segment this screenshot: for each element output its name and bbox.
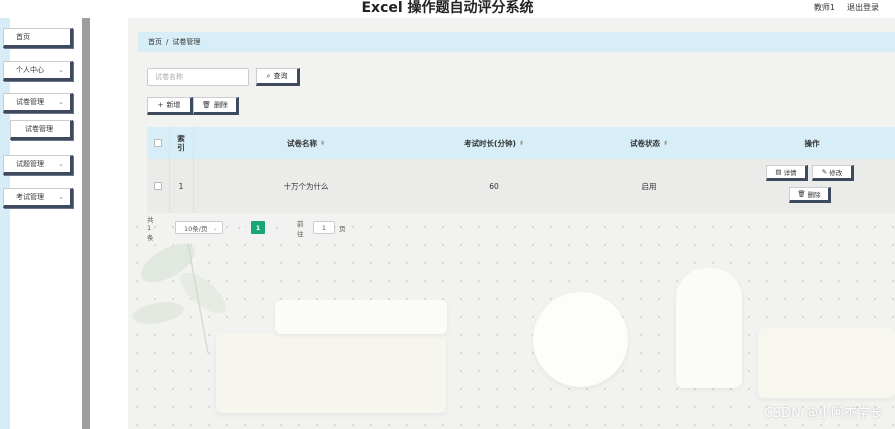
search-button[interactable]: ⌕ 查询 (256, 68, 300, 86)
breadcrumb-separator: / (166, 38, 169, 46)
column-header-label: 考试时长(分钟) (464, 138, 516, 148)
table-row: 1 十万个为什么 60 启用 ▤ 详情 ✎ 修改 🗑 删除 (147, 159, 895, 213)
watermark: CSDN @小阿杰学长 (763, 406, 883, 421)
sidebar-item-label: 试卷管理 (25, 125, 53, 133)
sidebar-item-label: 考试管理 (16, 193, 44, 201)
edit-button[interactable]: ✎ 修改 (812, 165, 854, 181)
column-header-label: 试卷状态 (629, 138, 660, 148)
box-decoration-right (758, 328, 895, 398)
detail-button-label: 详情 (783, 169, 797, 177)
sidebar-item-home[interactable]: 首页 (3, 28, 73, 48)
sidebar-item-profile[interactable]: 个人中心 ⌄ (3, 61, 73, 81)
column-header-name[interactable]: 试卷名称 ⬍ (193, 127, 419, 159)
row-duration: 60 (489, 181, 499, 191)
sort-icon[interactable]: ⬍ (663, 140, 668, 147)
sort-icon[interactable]: ⬍ (519, 140, 524, 147)
column-header-duration[interactable]: 考试时长(分钟) ⬍ (419, 127, 569, 159)
sidebar-item-label: 首页 (16, 33, 30, 41)
sidebar-gap (90, 18, 128, 429)
main-content: 首页 / 试卷管理 试卷名称 ⌕ 查询 + 新增 🗑 删除 索 引 试卷名称⬍ (128, 18, 895, 429)
box-decoration-left (216, 333, 446, 413)
current-page-button[interactable]: 1 (251, 221, 265, 234)
page-size-value: 10条/页 (184, 224, 208, 233)
chevron-down-icon: ⌄ (212, 223, 218, 232)
top-bar: Excel 操作题自动评分系统 教师1 退出登录 (0, 0, 895, 18)
table-header: 索 引 试卷名称 ⬍ 考试时长(分钟) ⬍ 试卷状态 ⬍ 操作 (147, 127, 895, 159)
document-icon: ▤ (775, 168, 782, 176)
chevron-down-icon: ⌄ (58, 160, 64, 168)
chevron-down-icon: ⌄ (58, 98, 64, 106)
column-header-index[interactable]: 索 引 (169, 127, 193, 159)
sort-icon[interactable]: ⬍ (320, 140, 325, 147)
page-size-select[interactable]: 10条/页 ⌄ (175, 221, 223, 234)
row-status: 启用 (641, 181, 657, 191)
logout-link[interactable]: 退出登录 (847, 2, 879, 13)
row-select-cell (147, 159, 169, 213)
add-button-label: 新增 (166, 101, 181, 109)
user-name[interactable]: 教师1 (814, 2, 835, 13)
bulk-delete-label: 删除 (213, 101, 228, 109)
column-header-label: 操作 (804, 138, 820, 148)
column-header-actions: 操作 (729, 127, 895, 159)
box-decoration-top (275, 300, 447, 334)
row-name: 十万个为什么 (283, 181, 329, 191)
row-checkbox[interactable] (154, 182, 162, 190)
paper-table: 索 引 试卷名称 ⬍ 考试时长(分钟) ⬍ 试卷状态 ⬍ 操作 1 十万个为什么… (147, 127, 895, 213)
sidebar-item-exam-management[interactable]: 考试管理 ⌄ (3, 188, 73, 208)
sidebar-divider (82, 18, 90, 429)
edit-button-label: 修改 (829, 169, 843, 177)
row-delete-label: 删除 (807, 191, 821, 199)
bulk-delete-button[interactable]: 🗑 删除 (193, 97, 239, 115)
sidebar-item-label: 试题管理 (16, 160, 44, 168)
detail-button[interactable]: ▤ 详情 (766, 165, 808, 181)
sidebar-subitem-paper-management[interactable]: 试卷管理 (10, 120, 73, 140)
tape-decoration (533, 292, 628, 387)
row-delete-button[interactable]: 🗑 删除 (789, 187, 831, 203)
user-area: 教师1 退出登录 (814, 2, 879, 13)
pencil-icon: ✎ (821, 168, 828, 176)
pagination-total: 共 1 条 (147, 216, 154, 242)
sidebar-item-label: 试卷管理 (16, 98, 44, 106)
column-header-index-line1: 索 (177, 134, 185, 143)
trash-icon: 🗑 (797, 190, 806, 198)
sidebar-item-label: 个人中心 (16, 66, 44, 74)
column-header-index-line2: 引 (177, 143, 185, 152)
row-index: 1 (178, 181, 184, 191)
select-all-checkbox[interactable] (154, 139, 162, 147)
plus-icon: + (157, 101, 164, 109)
sidebar-item-paper-management[interactable]: 试卷管理 ⌄ (3, 93, 73, 113)
prev-page-button[interactable]: ‹ (233, 222, 245, 233)
next-page-button[interactable]: › (271, 222, 283, 233)
page-unit: 页 (339, 224, 346, 233)
trash-icon: 🗑 (202, 101, 211, 109)
search-icon: ⌕ (266, 71, 271, 80)
chevron-down-icon: ⌄ (58, 66, 64, 74)
column-header-label: 试卷名称 (286, 138, 317, 148)
chevron-down-icon: ⌄ (58, 193, 64, 201)
search-button-label: 查询 (273, 72, 288, 80)
sidebar-item-question-management[interactable]: 试题管理 ⌄ (3, 155, 73, 175)
breadcrumb-current: 试卷管理 (172, 38, 201, 46)
select-all-cell (147, 127, 169, 159)
goto-page-input[interactable]: 1 (313, 221, 335, 234)
cylinder-decoration (676, 268, 742, 388)
add-button[interactable]: + 新增 (147, 97, 193, 115)
search-input[interactable]: 试卷名称 (147, 68, 249, 86)
column-header-status[interactable]: 试卷状态 ⬍ (569, 127, 729, 159)
goto-label: 前往 (297, 219, 304, 238)
breadcrumb: 首页 / 试卷管理 (138, 32, 895, 52)
breadcrumb-home[interactable]: 首页 (148, 37, 162, 47)
app-title: Excel 操作题自动评分系统 (361, 0, 534, 16)
